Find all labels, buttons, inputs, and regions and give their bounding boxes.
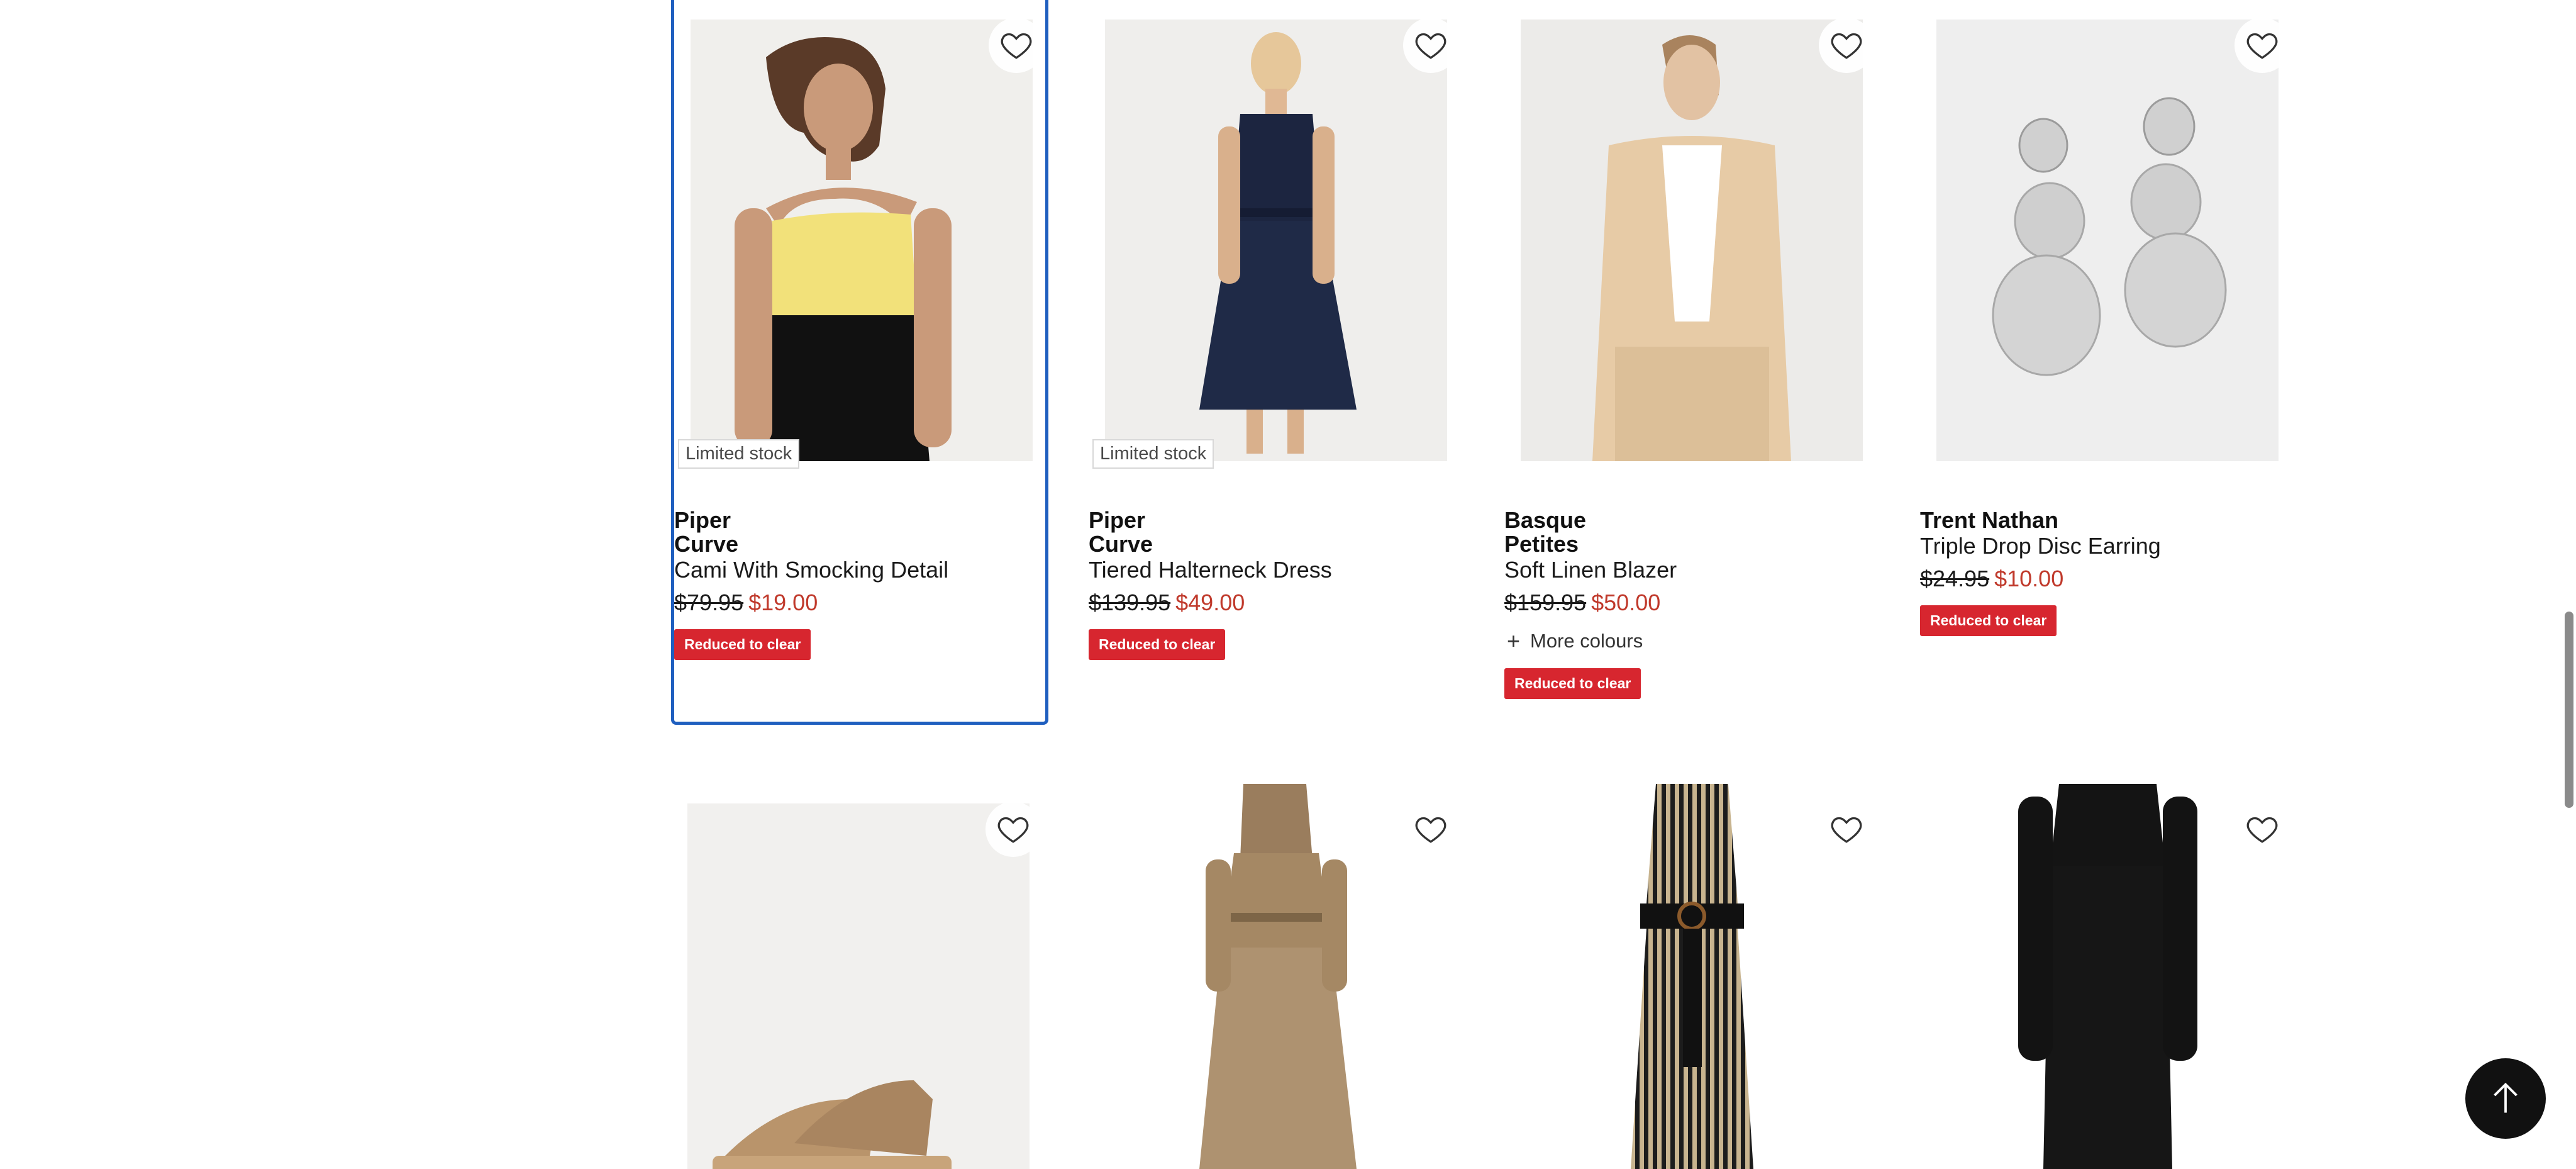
product-name[interactable]: Cami With Smocking Detail [674,557,1052,583]
arrow-up-icon [2494,1082,2518,1113]
product-card[interactable] [1920,784,2297,1169]
brand-line-1: Basque [1504,507,1587,533]
brand-line-2: Curve [1089,531,1153,557]
sale-badge: Reduced to clear [1504,668,1641,699]
brand-line-1: Piper [674,507,731,533]
product-name[interactable]: Tiered Halterneck Dress [1089,557,1466,583]
wishlist-heart-icon[interactable] [1819,802,1874,857]
product-card[interactable] [1504,784,1882,1169]
now-price: $49.00 [1175,590,1245,615]
product-image[interactable] [1936,20,2279,461]
limited-stock-tag: Limited stock [678,439,800,469]
product-card[interactable] [671,784,1048,1169]
brand-line-1: Piper [1089,507,1146,533]
product-name[interactable]: Soft Linen Blazer [1504,557,1882,583]
plus-icon: + [1507,628,1521,654]
back-to-top-button[interactable] [2465,1058,2546,1139]
product-image[interactable] [1105,784,1447,1169]
product-card[interactable]: Trent Nathan Triple Drop Disc Earring $2… [1920,0,2297,725]
scrollbar-thumb[interactable] [2565,612,2573,808]
wishlist-heart-icon[interactable] [2235,18,2290,73]
was-price: $24.95 [1920,566,1990,591]
price-row: $159.95 $50.00 [1504,590,1882,615]
now-price: $50.00 [1591,590,1661,615]
product-image[interactable] [1521,784,1863,1169]
was-price: $139.95 [1089,590,1171,615]
product-name[interactable]: Triple Drop Disc Earring [1920,534,2297,559]
wishlist-heart-icon[interactable] [1403,18,1458,73]
sale-badge: Reduced to clear [1920,605,2057,636]
wishlist-heart-icon[interactable] [985,802,1041,857]
wishlist-heart-icon[interactable] [1819,18,1874,73]
product-card[interactable]: Basque Petites Soft Linen Blazer $159.95… [1504,0,1882,725]
was-price: $159.95 [1504,590,1587,615]
product-image[interactable] [1105,20,1447,461]
sale-badge: Reduced to clear [1089,629,1226,660]
brand-line-2: Petites [1504,531,1579,557]
product-image[interactable] [1521,20,1863,461]
brand-line-1: Trent Nathan [1920,507,2059,533]
more-colours-label: More colours [1530,630,1643,652]
sale-badge: Reduced to clear [674,629,811,660]
wishlist-heart-icon[interactable] [989,18,1044,73]
now-price: $19.00 [748,590,818,615]
brand-line-2: Curve [674,531,739,557]
limited-stock-tag: Limited stock [1092,439,1214,469]
price-row: $139.95 $49.00 [1089,590,1466,615]
price-row: $79.95 $19.00 [674,590,1052,615]
page-scrollbar[interactable] [2562,0,2576,1169]
price-row: $24.95 $10.00 [1920,566,2297,591]
product-image[interactable] [687,803,1030,1169]
more-colours-button[interactable]: + More colours [1504,628,1882,654]
product-image[interactable] [1936,784,2279,1169]
wishlist-heart-icon[interactable] [2235,802,2290,857]
product-listing-page: Limited stock Piper Curve Cami With Smoc… [0,0,2576,1169]
product-image[interactable] [691,20,1033,461]
product-card[interactable] [1089,784,1466,1169]
now-price: $10.00 [1994,566,2064,591]
product-card[interactable]: Limited stock Piper Curve Cami With Smoc… [671,0,1048,725]
wishlist-heart-icon[interactable] [1403,802,1458,857]
product-card[interactable]: Limited stock Piper Curve Tiered Haltern… [1089,0,1466,725]
was-price: $79.95 [674,590,744,615]
